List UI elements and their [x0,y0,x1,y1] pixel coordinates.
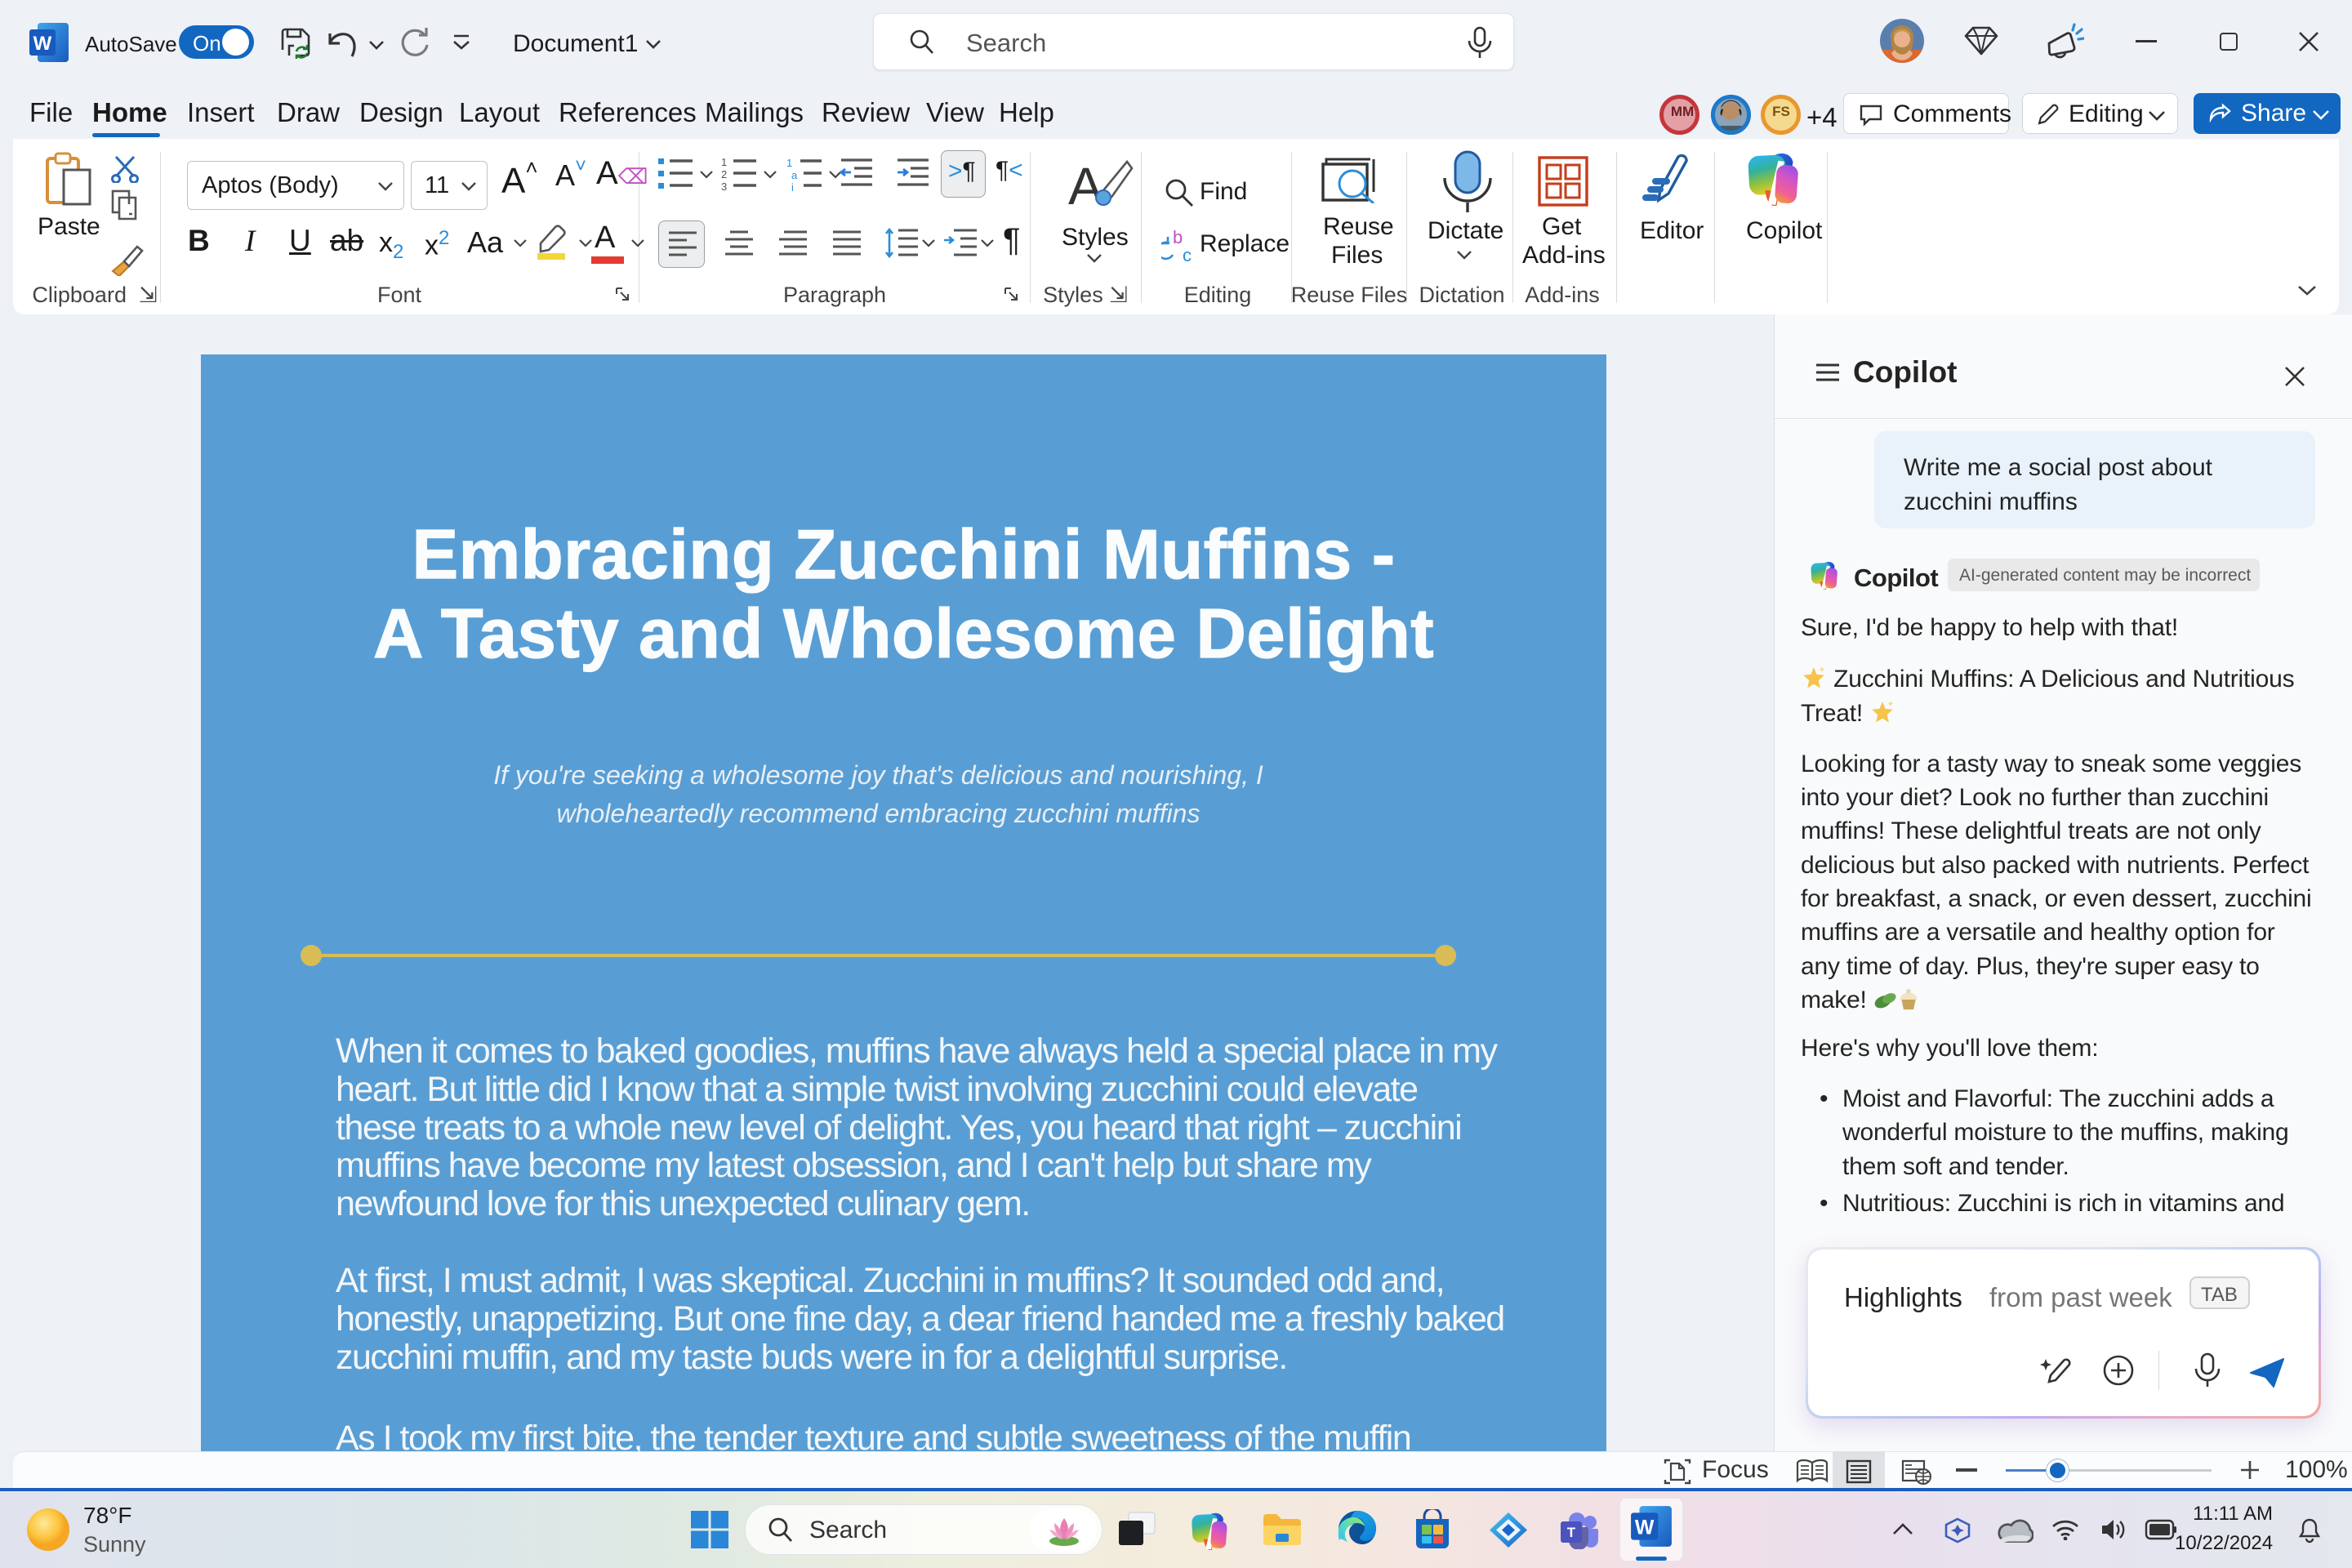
svg-text:i: i [791,181,794,191]
svg-text:2: 2 [721,168,727,180]
svg-text:1: 1 [721,157,727,168]
svg-text:a: a [791,169,798,181]
svg-text:b: b [1173,229,1183,247]
svg-text:1: 1 [786,157,792,169]
svg-text:W: W [33,33,52,55]
svg-text:3: 3 [721,180,727,191]
svg-text:W: W [1635,1516,1655,1539]
svg-text:A: A [1068,157,1103,216]
svg-text:c: c [1183,245,1192,265]
svg-text:T: T [1567,1525,1576,1540]
